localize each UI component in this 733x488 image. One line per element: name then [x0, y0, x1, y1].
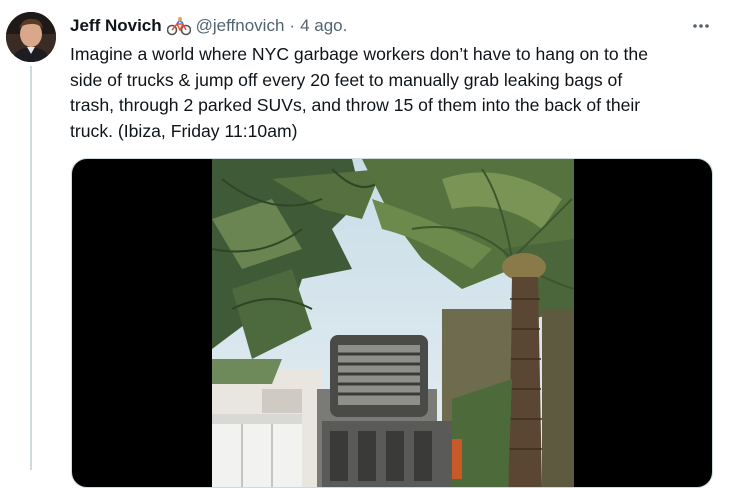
avatar[interactable]	[6, 12, 56, 62]
more-options-icon[interactable]	[687, 12, 715, 40]
tweet-header: Jeff Novich @jeffnovich · 4 ago.	[70, 14, 717, 38]
author-name[interactable]: Jeff Novich	[70, 16, 162, 36]
header-separator: ·	[289, 16, 296, 35]
tweet-timestamp[interactable]: 4 ago.	[300, 16, 347, 36]
thread-connector-line	[30, 66, 32, 470]
cyclist-icon	[166, 16, 191, 36]
tweet-text: Imagine a world where NYC garbage worker…	[70, 44, 648, 141]
author-handle[interactable]: @jeffnovich	[196, 16, 285, 36]
video-still	[212, 159, 574, 487]
avatar-image	[6, 12, 56, 62]
video-frame[interactable]	[212, 159, 574, 487]
tweet-video[interactable]	[71, 158, 713, 488]
